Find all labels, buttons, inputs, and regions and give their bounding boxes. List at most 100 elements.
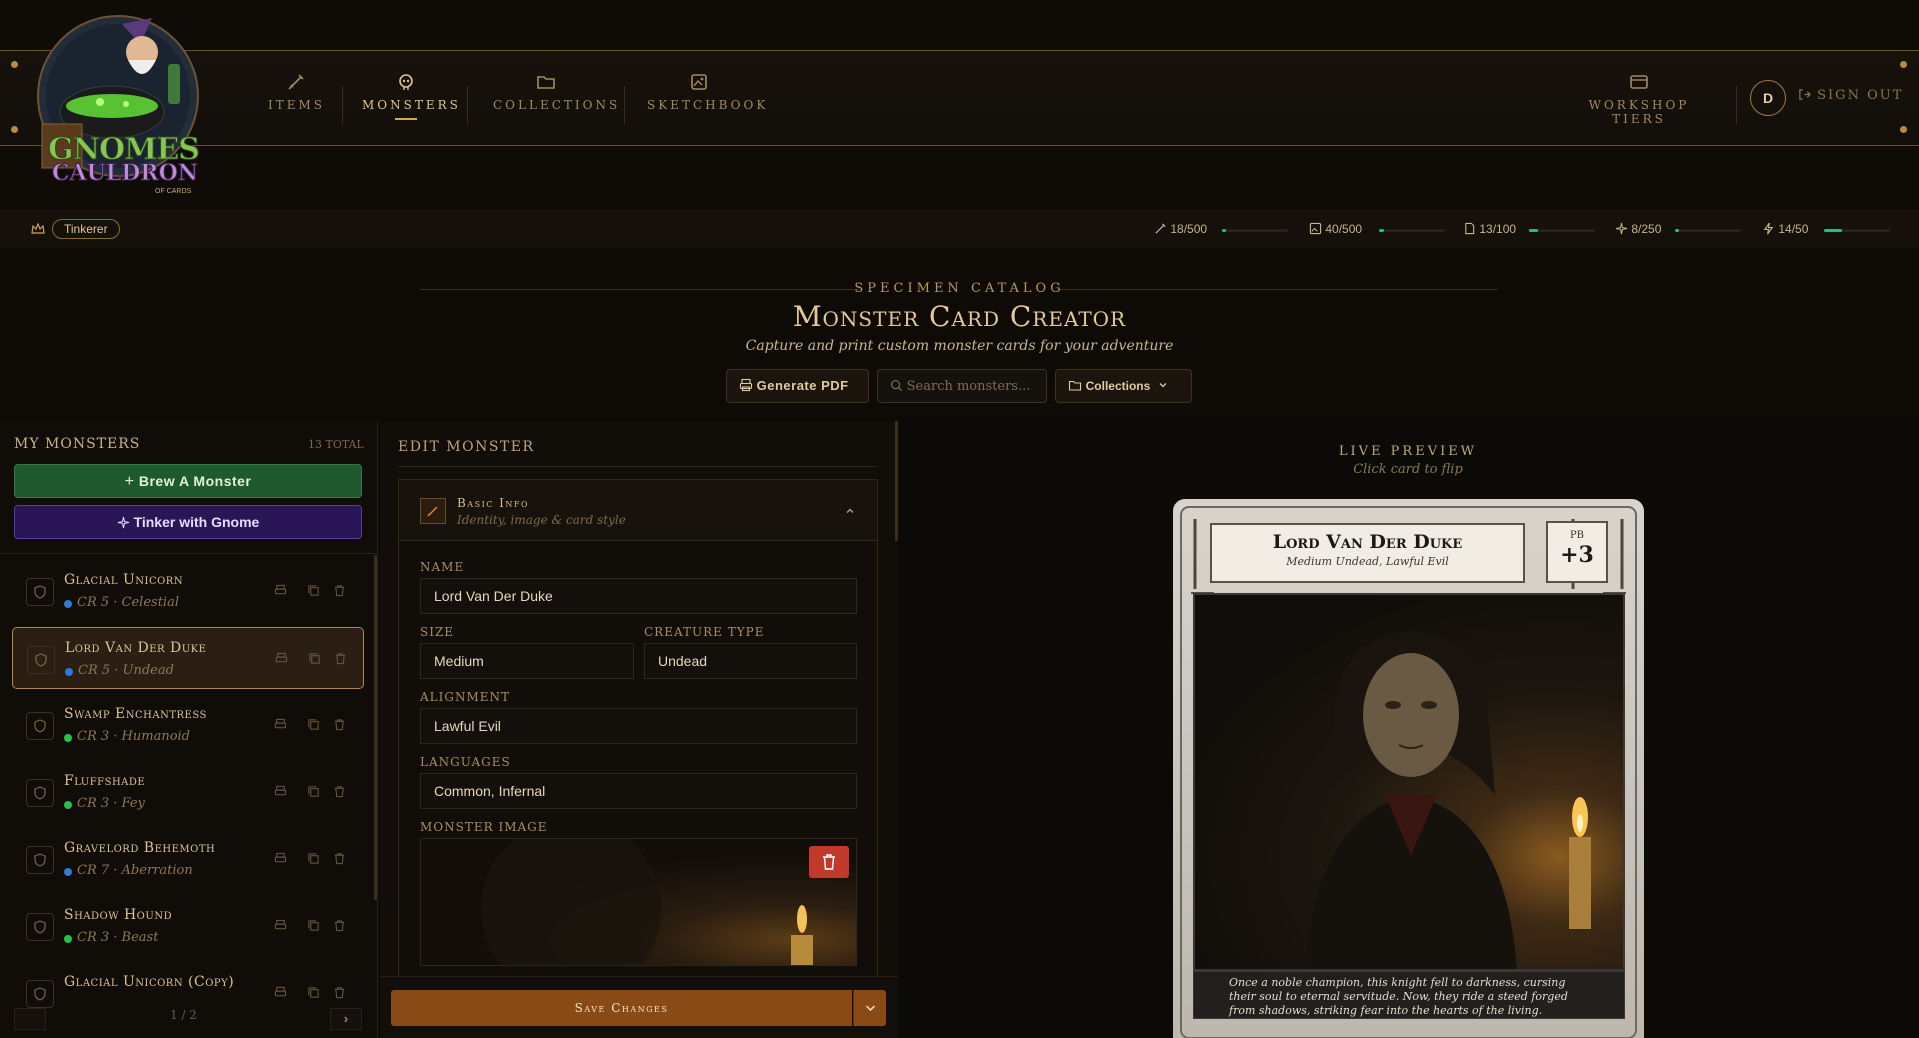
printer-icon[interactable] xyxy=(274,919,287,932)
monster-image-thumbnail[interactable] xyxy=(420,838,857,966)
trash-icon[interactable] xyxy=(333,785,346,798)
creature-type-label: CREATURE TYPE xyxy=(644,625,765,639)
cr-dot xyxy=(65,668,73,676)
copy-icon[interactable] xyxy=(307,852,320,865)
trash-icon[interactable] xyxy=(333,852,346,865)
search-icon xyxy=(890,379,903,392)
item-actions xyxy=(274,919,354,933)
chevron-up-icon[interactable] xyxy=(844,506,856,516)
size-field[interactable]: Medium xyxy=(420,643,634,679)
usage-meter-items: 18/500 xyxy=(1154,222,1289,236)
languages-field[interactable]: Common, Infernal xyxy=(420,773,857,809)
search-box[interactable]: Search monsters... xyxy=(877,369,1047,403)
usage-fill xyxy=(1379,229,1384,232)
nav-item-items[interactable]: ITEMS xyxy=(268,72,323,132)
workshop-tiers-link[interactable]: WORKSHOP TIERS xyxy=(1572,72,1706,132)
list-item[interactable]: Glacial Unicorn CR 5 · Celestial xyxy=(12,560,364,622)
nav-item-collections[interactable]: COLLECTIONS xyxy=(493,72,617,132)
copy-icon[interactable] xyxy=(307,584,320,597)
generate-pdf-label: Generate PDF xyxy=(756,378,849,393)
delete-image-button[interactable] xyxy=(809,846,849,878)
copy-icon[interactable] xyxy=(307,986,320,999)
rivet xyxy=(11,126,18,133)
collections-dropdown[interactable]: Collections xyxy=(1055,369,1192,403)
monster-image-label: MONSTER IMAGE xyxy=(420,820,548,834)
monster-meta: CR 3 · Fey xyxy=(77,796,145,811)
rivet xyxy=(1900,61,1907,68)
usage-track xyxy=(1222,229,1288,232)
tinker-label: Tinker with Gnome xyxy=(133,514,260,530)
copy-icon[interactable] xyxy=(307,919,320,932)
list-item[interactable]: Lord Van Der Duke CR 5 · Undead xyxy=(12,627,364,689)
trash-icon[interactable] xyxy=(333,584,346,597)
printer-icon[interactable] xyxy=(274,986,287,999)
brew-label: Brew A Monster xyxy=(138,473,252,489)
nav-label: SKETCHBOOK xyxy=(647,98,769,112)
sign-out-label: SIGN OUT xyxy=(1817,88,1904,103)
sign-out-button[interactable]: SIGN OUT xyxy=(1798,88,1903,103)
tier-badge[interactable]: Tinkerer xyxy=(52,219,120,239)
languages-label: LANGUAGES xyxy=(420,755,511,769)
monster-meta: CR 3 · Beast xyxy=(77,930,159,945)
basic-info-section-header[interactable] xyxy=(398,479,878,541)
creature-type-field[interactable]: Undead xyxy=(644,643,857,679)
monster-name: Lord Van Der Duke xyxy=(65,640,207,656)
name-field[interactable]: Lord Van Der Duke xyxy=(420,578,857,614)
nav-divider xyxy=(624,86,625,124)
chevron-down-icon xyxy=(865,1005,876,1012)
app-logo[interactable]: GNOMES CAULDRON OF CARDS xyxy=(30,4,240,204)
printer-icon xyxy=(739,378,753,392)
cr-dot xyxy=(64,935,72,943)
page-eyebrow: SPECIMEN CATALOG xyxy=(854,281,1065,296)
live-preview-title: LIVE PREVIEW xyxy=(1338,444,1478,459)
trash-icon[interactable] xyxy=(333,919,346,932)
flip-hint: Click card to flip xyxy=(1353,462,1463,477)
trash-icon[interactable] xyxy=(333,986,346,999)
trash-icon[interactable] xyxy=(334,652,347,665)
search-input[interactable]: Search monsters... xyxy=(907,379,1031,394)
pencil-icon xyxy=(420,498,446,524)
usage-meter-generations: 8/250 xyxy=(1615,222,1750,236)
logout-icon xyxy=(1799,89,1811,100)
list-item[interactable]: Swamp Enchantress CR 3 · Humanoid xyxy=(12,694,364,756)
folder-icon xyxy=(537,76,555,89)
usage-fill xyxy=(1529,229,1538,232)
proficiency-value: +3 xyxy=(1560,542,1594,568)
printer-icon[interactable] xyxy=(275,652,288,665)
flavor-text: Once a noble champion, this knight fell … xyxy=(1193,971,1625,1019)
printer-icon[interactable] xyxy=(274,584,287,597)
document-icon xyxy=(1465,222,1475,235)
list-scrollbar[interactable] xyxy=(374,555,377,900)
section-subtitle: Identity, image & card style xyxy=(457,513,626,527)
section-title: Basic Info xyxy=(457,496,530,510)
copy-icon[interactable] xyxy=(307,718,320,731)
trash-icon[interactable] xyxy=(333,718,346,731)
cr-dot xyxy=(64,868,72,876)
divider xyxy=(398,466,878,467)
nav-item-sketchbook[interactable]: SKETCHBOOK xyxy=(647,72,765,132)
nav-divider xyxy=(342,86,343,124)
copy-icon[interactable] xyxy=(307,785,320,798)
chevron-right-icon: › xyxy=(343,1011,349,1026)
nav-item-monsters[interactable]: MONSTERS xyxy=(362,72,458,132)
copy-icon[interactable] xyxy=(308,652,321,665)
next-page-button[interactable]: › xyxy=(330,1008,362,1030)
list-item[interactable]: Fluffshade CR 3 · Fey xyxy=(12,761,364,823)
list-item[interactable]: Shadow Hound CR 3 · Beast xyxy=(12,895,364,957)
list-item[interactable]: Gravelord Behemoth CR 7 · Aberration xyxy=(12,828,364,890)
prev-page-button[interactable] xyxy=(14,1008,46,1030)
generate-pdf-button[interactable]: Generate PDF xyxy=(726,369,869,403)
printer-icon[interactable] xyxy=(274,785,287,798)
alignment-field[interactable]: Lawful Evil xyxy=(420,708,857,744)
avatar[interactable]: D xyxy=(1750,80,1786,116)
save-changes-button[interactable]: Save Changes xyxy=(391,990,852,1026)
printer-icon[interactable] xyxy=(274,718,287,731)
tinker-with-gnome-button[interactable]: Tinker with Gnome xyxy=(14,505,362,539)
printer-icon[interactable] xyxy=(274,852,287,865)
brew-monster-button[interactable]: + Brew A Monster xyxy=(14,464,362,498)
nav-divider xyxy=(1736,86,1737,124)
sparkle-icon xyxy=(117,516,129,529)
save-options-button[interactable] xyxy=(853,990,886,1026)
skull-icon xyxy=(399,74,413,90)
monster-portrait xyxy=(1193,593,1625,971)
